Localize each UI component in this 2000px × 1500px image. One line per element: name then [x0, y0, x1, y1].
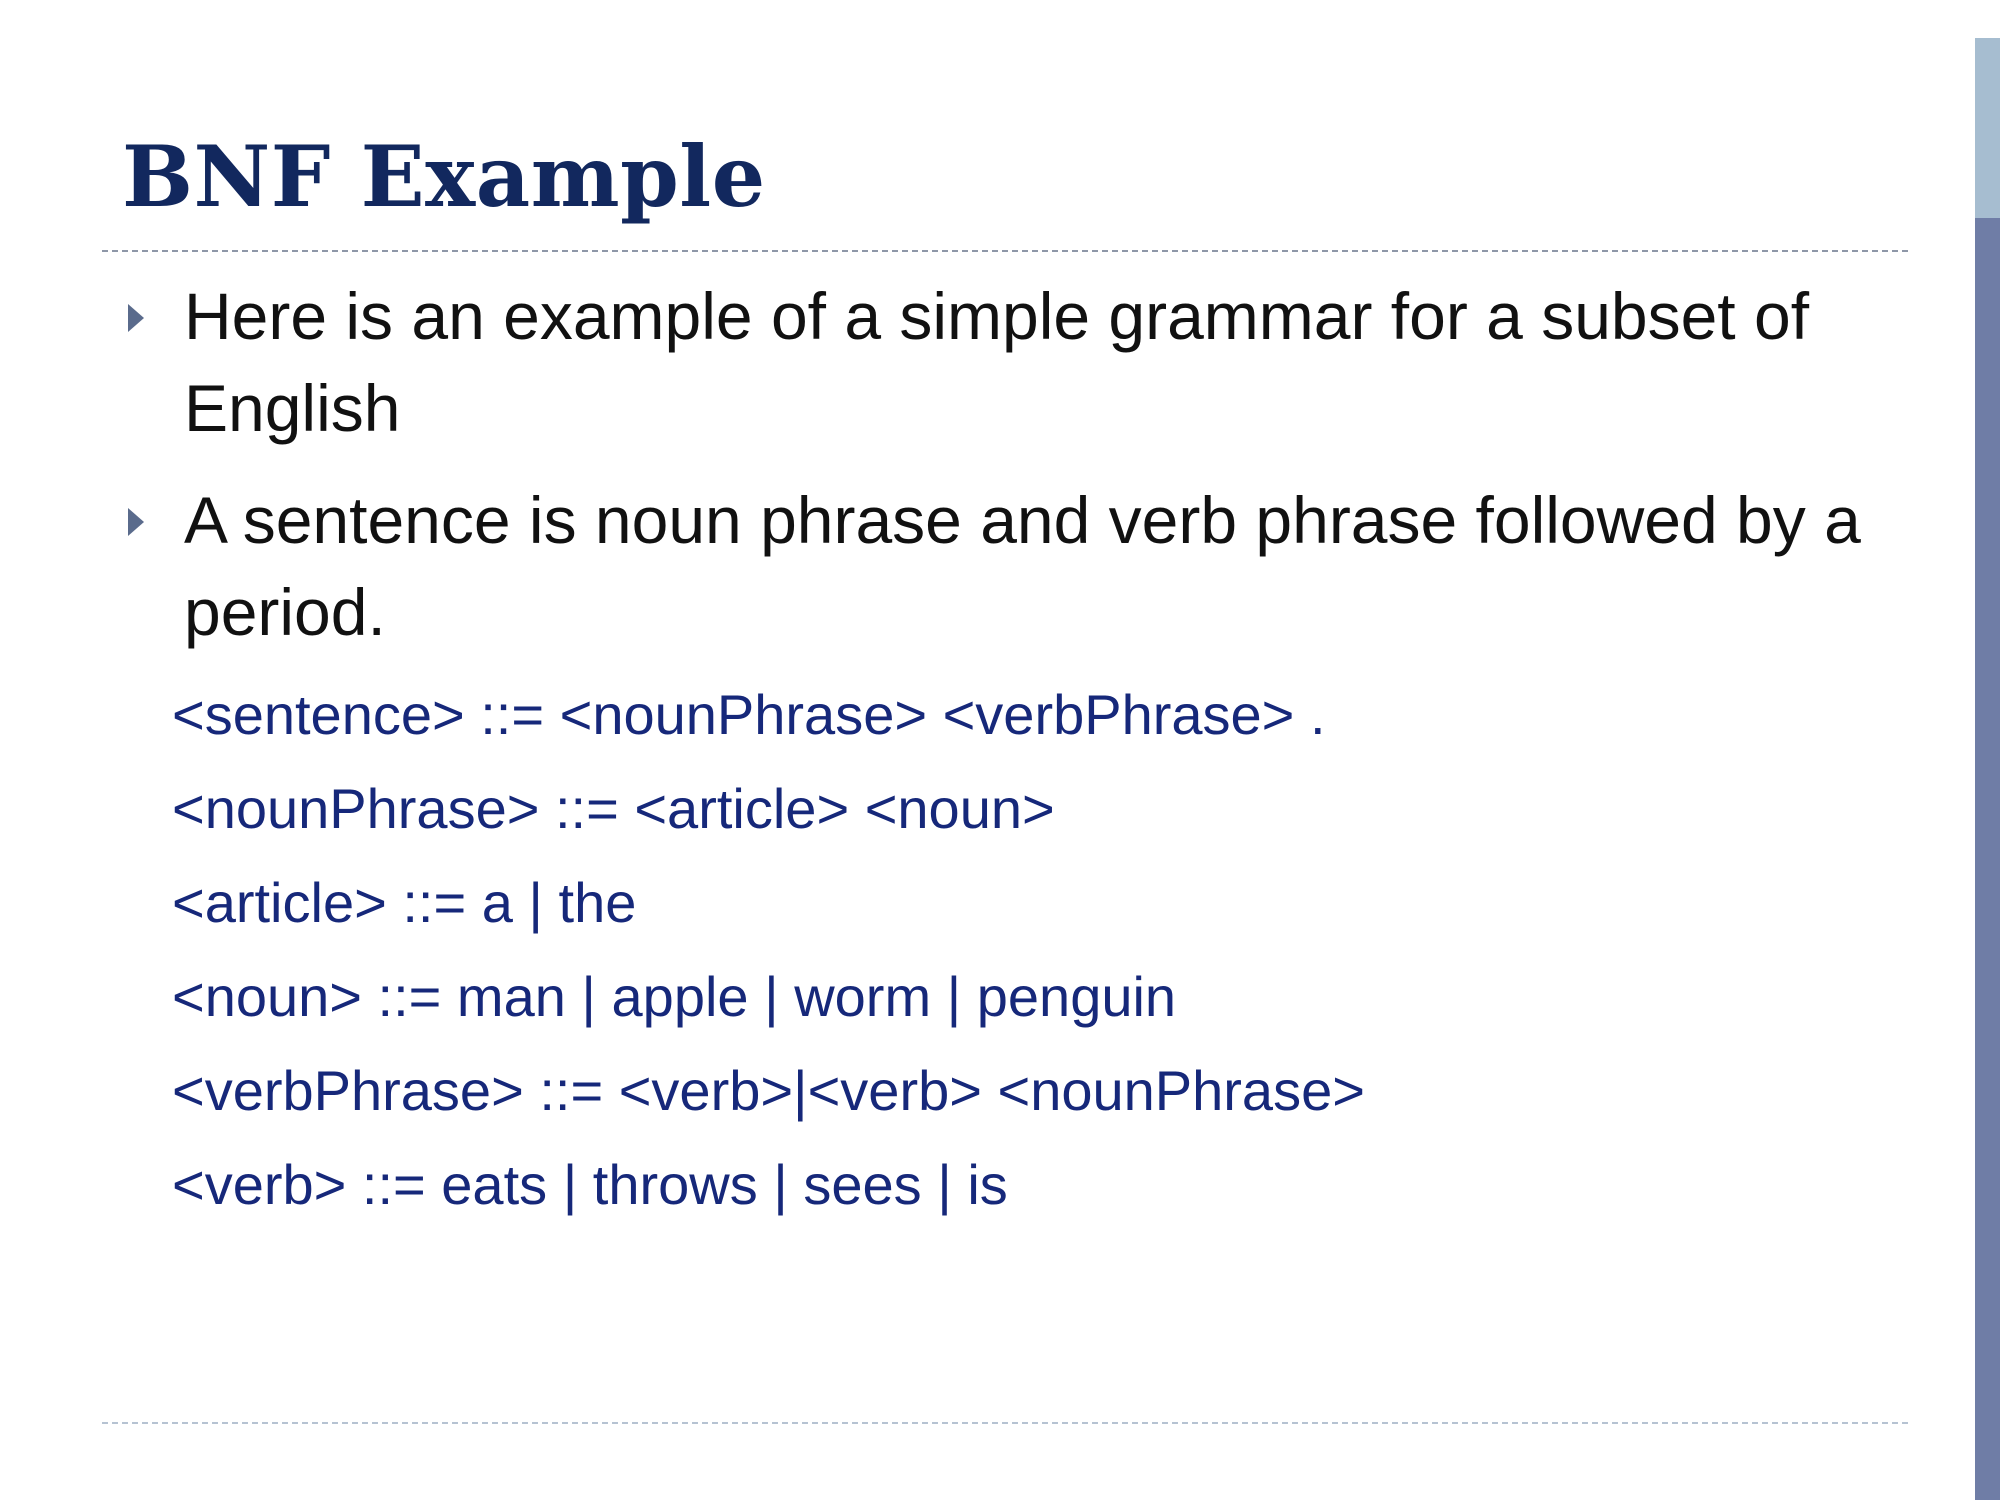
- triangle-right-icon: [128, 304, 144, 332]
- footer-divider: [102, 1422, 1908, 1424]
- grammar-rule: <verb> ::= eats | throws | sees | is: [172, 1153, 1008, 1216]
- grammar-rule: <verbPhrase> ::= <verb>|<verb> <nounPhra…: [172, 1059, 1365, 1122]
- triangle-right-icon: [128, 508, 144, 536]
- grammar-rule: <noun> ::= man | apple | worm | penguin: [172, 965, 1177, 1028]
- slide: BNF Example Here is an example of a simp…: [0, 0, 2000, 1500]
- bullet-text: A sentence is noun phrase and verb phras…: [184, 483, 1861, 649]
- bullet-item: Here is an example of a simple grammar f…: [122, 270, 1882, 454]
- bullet-list: Here is an example of a simple grammar f…: [122, 270, 1882, 678]
- grammar-rule: <sentence> ::= <nounPhrase> <verbPhrase>…: [172, 683, 1326, 746]
- bullet-item: A sentence is noun phrase and verb phras…: [122, 474, 1882, 658]
- grammar-rule: <nounPhrase> ::= <article> <noun>: [172, 777, 1055, 840]
- bullet-text: Here is an example of a simple grammar f…: [184, 279, 1810, 445]
- side-accent-bar-light: [1975, 38, 2000, 218]
- slide-title: BNF Example: [122, 127, 766, 226]
- grammar-rule: <article> ::= a | the: [172, 871, 637, 934]
- grammar-rule-list: <sentence> ::= <nounPhrase> <verbPhrase>…: [172, 668, 1365, 1232]
- title-divider: [102, 250, 1908, 252]
- side-accent-bar-dark: [1975, 218, 2000, 1500]
